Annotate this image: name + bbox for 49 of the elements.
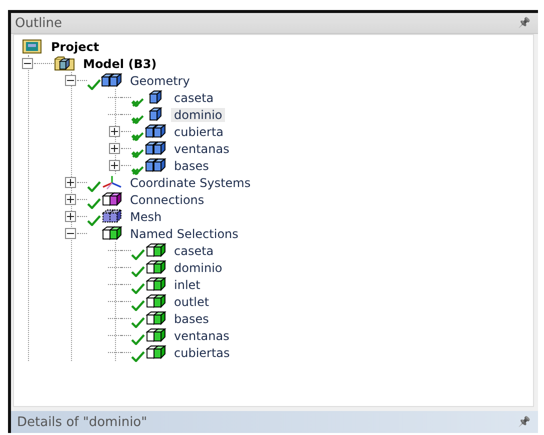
cubes-icon — [145, 243, 167, 258]
cubes-icon — [145, 328, 167, 343]
tree-item[interactable]: bases — [171, 312, 212, 326]
tree-item[interactable]: cubiertas — [171, 346, 233, 360]
tree-item[interactable]: bases — [171, 158, 212, 172]
tree-item[interactable]: Coordinate Systems — [127, 176, 254, 190]
cubes-icon — [101, 192, 123, 207]
cubes-icon — [145, 158, 167, 173]
tree-item[interactable]: dominio — [171, 260, 226, 274]
tree-item[interactable]: ventanas — [171, 142, 232, 156]
project-icon — [22, 39, 44, 54]
expand-toggle[interactable] — [109, 143, 120, 154]
tree-item[interactable]: Connections — [127, 192, 208, 206]
cubes-icon — [101, 73, 123, 88]
expand-toggle[interactable] — [109, 126, 120, 137]
tree-item[interactable]: Project — [48, 40, 102, 54]
cubes-icon — [145, 311, 167, 326]
model-icon — [54, 56, 76, 71]
expand-toggle[interactable] — [65, 177, 76, 188]
expand-toggle[interactable] — [65, 211, 76, 222]
tree-item[interactable]: Model (B3) — [80, 56, 160, 70]
tree-item[interactable]: outlet — [171, 294, 212, 308]
pin-icon[interactable]: 📌 — [518, 416, 530, 428]
tree-item[interactable]: dominio — [171, 108, 226, 122]
collapse-toggle[interactable] — [65, 75, 76, 86]
axes-icon — [101, 175, 123, 190]
details-title: Details of "dominio" — [17, 414, 148, 430]
cubes-icon — [145, 345, 167, 360]
cubes-icon — [145, 141, 167, 156]
tree-item[interactable]: inlet — [171, 278, 204, 292]
tree-item[interactable]: Named Selections — [127, 226, 242, 240]
cubes-icon — [145, 294, 167, 309]
panel-title: Outline — [15, 16, 62, 30]
collapse-toggle[interactable] — [65, 228, 76, 239]
tree-item[interactable]: Mesh — [127, 210, 165, 224]
expand-toggle[interactable] — [109, 160, 120, 171]
expand-toggle[interactable] — [65, 194, 76, 205]
tree-item[interactable]: cubierta — [171, 124, 227, 138]
cubes-icon — [145, 124, 167, 139]
cubes-icon — [101, 226, 123, 241]
tree-item[interactable]: Geometry — [127, 74, 193, 88]
cubes-icon — [145, 260, 167, 275]
mesh-cubes-icon — [101, 209, 123, 224]
pin-icon[interactable]: 📌 — [518, 17, 530, 29]
cubes-icon — [145, 277, 167, 292]
collapse-toggle[interactable] — [22, 58, 33, 69]
tree-item[interactable]: caseta — [171, 244, 217, 258]
tree-item[interactable]: caseta — [171, 90, 217, 104]
tree-item[interactable]: ventanas — [171, 328, 232, 342]
